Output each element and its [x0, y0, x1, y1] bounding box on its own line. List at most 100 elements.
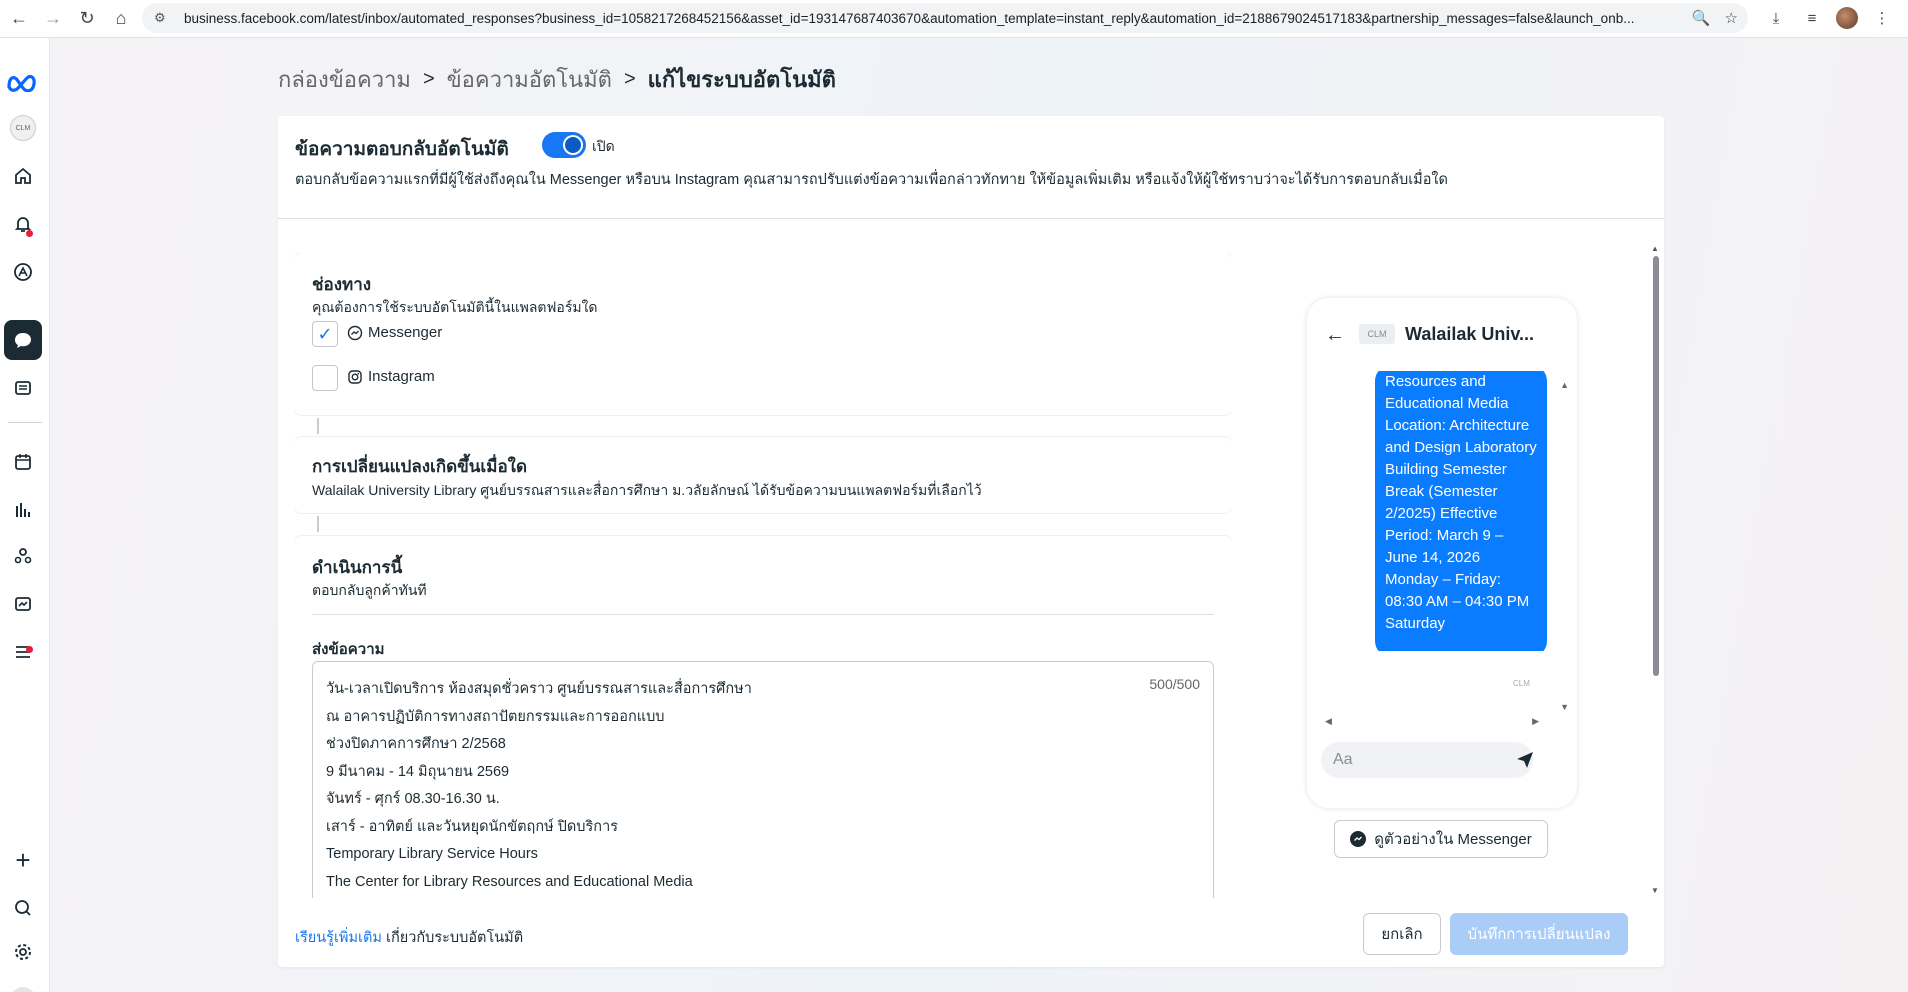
learn-more-link[interactable]: เรียนรู้เพิ่มเติม: [295, 930, 382, 946]
url-text: business.facebook.com/latest/inbox/autom…: [184, 10, 1635, 26]
scroll-right-arrow-icon[interactable]: ▶: [1532, 716, 1539, 727]
channels-section: ช่องทาง คุณต้องการใช้ระบบอัตโนมัตินี้ในแ…: [295, 253, 1231, 415]
messenger-label: Messenger: [368, 324, 443, 341]
save-changes-button[interactable]: บันทึกการเปลี่ยนแปลง: [1450, 913, 1628, 955]
instagram-checkbox[interactable]: [312, 365, 338, 391]
messenger-icon: [347, 325, 363, 340]
message-line: เสาร์ - อาทิตย์ และวันหยุดนักขัตฤกษ์ ปิด…: [326, 818, 619, 835]
message-line: ช่วงปิดภาคการศึกษา 2/2568: [326, 736, 506, 752]
browser-toolbar: ← → ↻ ⌂ ⚙ business.facebook.com/latest/i…: [0, 0, 1908, 38]
message-line: วัน-เวลาเปิดบริการ ห้องสมุดชั่วคราว ศูนย…: [326, 681, 752, 697]
scroll-up-icon[interactable]: ▲: [1651, 244, 1659, 253]
all-tools-icon[interactable]: [4, 632, 42, 672]
scroll-left-arrow-icon[interactable]: ◀: [1325, 716, 1332, 727]
settings-gear-icon[interactable]: [4, 932, 42, 972]
breadcrumb-separator: >: [422, 68, 435, 90]
home-icon[interactable]: ⌂: [106, 4, 136, 34]
instagram-label: Instagram: [368, 368, 435, 385]
messenger-checkbox[interactable]: ✓: [312, 321, 338, 347]
cancel-button[interactable]: ยกเลิก: [1363, 913, 1441, 955]
ads-icon[interactable]: [4, 252, 42, 292]
search-icon[interactable]: [4, 888, 42, 928]
help-icon[interactable]: ?: [4, 980, 42, 992]
zoom-icon[interactable]: 🔍: [1692, 9, 1711, 27]
horizontal-scrollbar[interactable]: ◀ ▶: [1325, 716, 1565, 727]
scroll-down-arrow-icon[interactable]: ▼: [1560, 702, 1569, 712]
seen-avatar: CLM: [1513, 679, 1530, 688]
page-logo: CLM: [1359, 324, 1395, 344]
char-counter: 500/500: [1149, 676, 1200, 692]
scroll-up-arrow-icon[interactable]: ▲: [1560, 380, 1569, 390]
back-icon[interactable]: ←: [4, 4, 34, 34]
create-plus-icon[interactable]: +: [4, 840, 42, 880]
channels-subtitle: คุณต้องการใช้ระบบอัตโนมัตินี้ในแพลตฟอร์ม…: [312, 299, 598, 315]
scrollbar-thumb[interactable]: [1653, 256, 1659, 676]
channels-title: ช่องทาง: [312, 275, 372, 294]
profile-avatar[interactable]: [1836, 7, 1858, 29]
preview-in-messenger-button[interactable]: ดูตัวอย่างใน Messenger: [1334, 820, 1548, 858]
card-header: ข้อความตอบกลับอัตโนมัติ เปิด ตอบกลับข้อค…: [278, 116, 1664, 219]
notification-dot: [26, 230, 33, 237]
preview-message-bubble: Resources and Educational Media Location…: [1375, 371, 1547, 651]
tools-notification-dot: [26, 646, 33, 653]
send-icon: [1515, 750, 1537, 772]
download-icon[interactable]: ⤓: [1764, 4, 1788, 32]
reload-icon[interactable]: ↻: [72, 4, 102, 34]
scroll-down-icon[interactable]: ▼: [1651, 886, 1659, 895]
learn-more-suffix: เกี่ยวกับระบบอัตโนมัติ: [381, 930, 524, 946]
message-line: Temporary Library Service Hours: [326, 846, 538, 862]
meta-logo-icon[interactable]: [4, 62, 42, 102]
message-line: จันทร์ - ศุกร์ 08.30-16.30 น.: [326, 791, 500, 807]
media-control-icon[interactable]: ≡: [1800, 4, 1824, 32]
toggle-label: เปิด: [592, 138, 615, 154]
message-line: The Center for Library Resources and Edu…: [326, 873, 693, 890]
site-info-icon[interactable]: ⚙: [154, 10, 170, 26]
notifications-icon[interactable]: [4, 204, 42, 244]
header-description: ตอบกลับข้อความแรกที่มีผู้ใช้ส่งถึงคุณใน …: [295, 172, 1448, 188]
messenger-option[interactable]: Messenger: [347, 324, 442, 341]
preview-chat-area[interactable]: Resources and Educational Media Location…: [1321, 371, 1561, 651]
breadcrumb-current: แก้ไขระบบอัตโนมัติ: [647, 67, 836, 92]
messenger-preview-phone: ← CLM Walailak Univ... Resources and Edu…: [1307, 298, 1577, 808]
forward-icon[interactable]: →: [38, 4, 68, 34]
menu-kebab-icon[interactable]: ⋮: [1870, 4, 1894, 32]
inbox-icon[interactable]: [4, 320, 42, 360]
automation-toggle[interactable]: [542, 132, 586, 158]
messenger-icon: [1350, 831, 1367, 847]
breadcrumb-inbox[interactable]: กล่องข้อความ: [278, 62, 411, 97]
rail-divider: [8, 422, 42, 423]
card-scrollbar[interactable]: ▲ ▼: [1651, 244, 1661, 895]
action-title: ดำเนินการนี้: [312, 558, 403, 577]
address-bar[interactable]: ⚙ business.facebook.com/latest/inbox/aut…: [142, 3, 1748, 33]
section-divider: [312, 614, 1214, 615]
instagram-icon: [348, 369, 362, 384]
content-icon[interactable]: [4, 368, 42, 408]
message-textarea[interactable]: 500/500 วัน-เวลาเปิดบริการ ห้องสมุดชั่วค…: [312, 661, 1214, 898]
action-subtitle: ตอบกลับลูกค้าทันที: [312, 582, 427, 598]
breadcrumb-automations[interactable]: ข้อความอัตโนมัติ: [447, 62, 612, 97]
page-avatar[interactable]: CLM: [4, 108, 42, 148]
send-message-label: ส่งข้อความ: [312, 641, 385, 658]
planner-calendar-icon[interactable]: [4, 442, 42, 482]
home-nav-icon[interactable]: [4, 156, 42, 196]
message-line: 9 มีนาคม - 14 มิถุนายน 2569: [326, 763, 510, 780]
settings-column: ช่องทาง คุณต้องการใช้ระบบอัตโนมัตินี้ในแ…: [295, 253, 1231, 898]
preview-button-label: ดูตัวอย่างใน Messenger: [1374, 831, 1532, 848]
monetization-icon[interactable]: [4, 584, 42, 624]
preview-message-input: Aa: [1321, 742, 1533, 778]
message-line: ณ อาคารปฏิบัติการทางสถาปัตยกรรมและการออก…: [326, 708, 665, 725]
bookmark-star-icon[interactable]: ☆: [1725, 9, 1738, 27]
card-footer: เรียนรู้เพิ่มเติม เกี่ยวกับระบบอัตโนมัติ…: [278, 898, 1664, 967]
preview-page-name: Walailak Univ...: [1405, 324, 1535, 344]
flow-connector: [317, 418, 319, 434]
audience-icon[interactable]: [4, 536, 42, 576]
learn-more-text: เรียนรู้เพิ่มเติม เกี่ยวกับระบบอัตโนมัติ: [295, 926, 523, 949]
insights-icon[interactable]: [4, 490, 42, 530]
trigger-section: การเปลี่ยนแปลงเกิดขึ้นเมื่อใด Walailak U…: [295, 437, 1231, 513]
breadcrumb: กล่องข้อความ > ข้อความอัตโนมัติ > แก้ไขร…: [278, 62, 836, 97]
instagram-option[interactable]: Instagram: [347, 368, 435, 385]
message-text: วัน-เวลาเปิดบริการ ห้องสมุดชั่วคราว ศูนย…: [326, 676, 752, 896]
automation-editor-card: ข้อความตอบกลับอัตโนมัติ เปิด ตอบกลับข้อค…: [278, 116, 1664, 967]
nav-rail: CLM + ?: [0, 38, 50, 992]
page-title: ข้อความตอบกลับอัตโนมัติ: [295, 139, 509, 160]
